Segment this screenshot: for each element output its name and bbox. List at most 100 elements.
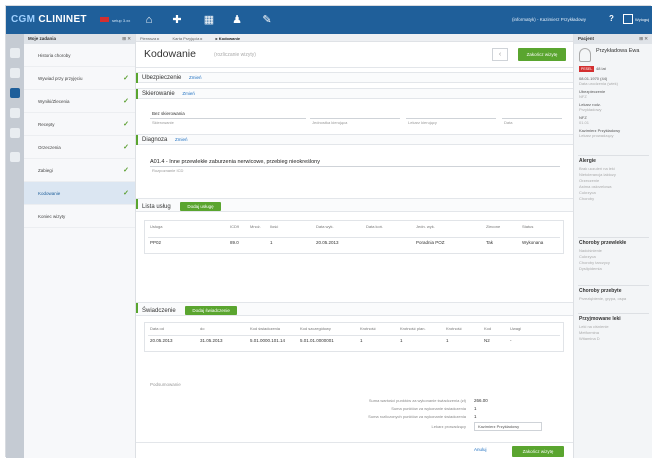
panel-section-title[interactable]: Alergie [579,158,596,164]
section-header[interactable]: Skierowanie Zmień [136,88,573,99]
cancel-button[interactable]: Anuluj [474,447,487,452]
sidebar-item[interactable]: Koniec wizyty [24,205,135,228]
field-label: Data [504,120,513,125]
divider [406,118,496,119]
table-cell[interactable]: N2 [484,338,490,343]
sidebar-item[interactable]: Wywiad przy przyjęciu ✓ [24,67,135,90]
sidebar-item[interactable]: Kodowanie ✓ [24,182,135,205]
panel-section-title[interactable]: Przyjmowane leki [579,316,621,322]
panel-list-item: Astma oskrzelowa [579,184,612,189]
column-header[interactable]: Ilość [270,224,278,229]
patient-detail: Data urodzenia (wiek) [579,81,618,86]
column-header[interactable]: Uwagi [510,326,521,331]
rail-patient-icon[interactable] [10,88,20,98]
referral-section: Skierowanie Zmień Bez skierowania Skiero… [136,88,573,128]
panel-list-item: Dyslipidemia [579,266,602,271]
sidebar-item[interactable]: Orzeczenia ✓ [24,136,135,159]
column-header[interactable]: Data od [150,326,164,331]
table-cell[interactable]: - [510,338,512,343]
logout-label[interactable]: Wyloguj [635,17,649,22]
rail-settings-icon[interactable] [10,152,20,162]
current-user[interactable]: (informatyk) - Kazimierz Przykładowy [512,17,586,22]
edit-link[interactable]: Zmień [175,137,188,142]
table-cell[interactable]: PP02 [150,240,161,245]
rail-calendar-icon[interactable] [10,128,20,138]
sidebar-controls[interactable]: ⊞ ✕ [122,36,131,42]
table-cell[interactable]: 5.01.0000.101.14 [250,338,285,343]
rail-home-icon[interactable] [10,48,20,58]
edit-link[interactable]: Zmień [182,91,195,96]
table-cell[interactable]: Wykonana [522,240,543,245]
column-header[interactable]: Kod szczegółowy [300,326,331,331]
finish-visit-footer-button[interactable]: Zakończ wizytę [512,446,564,457]
column-header[interactable]: Usługa [150,224,162,229]
breadcrumb: Pierwsza ▸ Karta Przyjęcia ▸ ▸ Kodowanie [136,34,573,42]
breadcrumb-item[interactable]: Pierwsza ▸ [140,36,159,41]
table-cell[interactable]: 20.05.2013 [150,338,173,343]
section-header[interactable]: Diagnoza Zmień [136,134,573,145]
edit-link[interactable]: Zmień [189,75,202,80]
sidebar-item[interactable]: Wyniki/Zlecenia ✓ [24,90,135,113]
patient-name[interactable]: Przykładowa Ewa [596,48,651,54]
table-cell[interactable]: 1 [400,338,403,343]
table-cell[interactable]: 20.05.2013 [316,240,339,245]
column-header[interactable]: ICD9 [230,224,239,229]
sidebar-item[interactable]: Recepty ✓ [24,113,135,136]
column-header[interactable]: Kod świadczenia [250,326,280,331]
column-header[interactable]: Zlecone [486,224,500,229]
sidebar-item[interactable]: Historia choroby [24,44,135,67]
home-icon[interactable]: ⌂ [142,14,156,27]
finish-visit-button[interactable]: Zakończ wizytę [518,48,566,61]
help-icon[interactable]: ? [609,14,614,23]
doctor-icon[interactable]: ♟ [230,14,244,27]
column-header[interactable]: Krotność plan. [400,326,426,331]
diagnosis-section: Diagnoza Zmień A01.4 - Inne przewlekłe z… [136,134,573,188]
column-header[interactable]: Data koń. [366,224,383,229]
add-benefit-button[interactable]: Dodaj świadczenie [185,306,237,315]
column-header[interactable]: Krotność [446,326,462,331]
divider [502,118,562,119]
pill-icon[interactable]: ✎ [260,14,274,27]
checkmark-icon: ✓ [123,167,129,174]
table-cell[interactable]: 31.05.2013 [200,338,223,343]
building-icon[interactable]: ▦ [202,14,216,27]
table-cell[interactable]: 5.01.01.0000001 [300,338,334,343]
column-header[interactable]: Mnoż. [250,224,261,229]
panel-list-item: Metformina [579,330,600,335]
table-cell[interactable]: Poradnia POZ [416,240,445,245]
table-cell[interactable]: 1 [270,240,273,245]
column-header[interactable]: Data wyk. [316,224,334,229]
field-label: Lekarz kierujący [408,120,437,125]
patient-panel-controls[interactable]: ⊞ ✕ [639,36,648,42]
table-cell[interactable]: 89.0 [230,240,239,245]
application-window: CGM CLININET setup 3.xx ⌂ ✚ ▦ ♟ ✎ (infor… [5,5,652,458]
column-header[interactable]: Krotność [360,326,376,331]
app-logo[interactable]: CGM CLININET [11,14,87,25]
table-cell[interactable]: Tak [486,240,493,245]
sidebar-item-label: Recepty [38,122,55,127]
column-header[interactable]: Kod [484,326,491,331]
panel-section-title[interactable]: Choroby przewlekłe [579,240,626,246]
table-cell[interactable]: 1 [360,338,363,343]
doctor-field[interactable]: Kazimierz Przykładowy [474,422,542,431]
logout-icon[interactable] [623,14,633,24]
rail-search-icon[interactable] [10,108,20,118]
sidebar-item[interactable]: Zabiegi ✓ [24,159,135,182]
stethoscope-icon[interactable]: ✚ [170,14,184,27]
column-header[interactable]: Status [522,224,533,229]
panel-section-title[interactable]: Choroby przebyte [579,288,622,294]
breadcrumb-item[interactable]: Karta Przyjęcia ▸ [172,36,202,41]
section-header[interactable]: Ubezpieczenie Zmień [136,72,573,83]
checkmark-icon: ✓ [123,75,129,82]
panel-list-item: Przeziębienie, grypa, ospa [579,296,627,301]
column-header[interactable]: do [200,326,204,331]
section-header: Lista usług Dodaj usługę [136,198,573,212]
column-header[interactable]: Jedn. wyk. [416,224,435,229]
add-service-button[interactable]: Dodaj usługę [180,202,221,211]
rail-list-icon[interactable] [10,68,20,78]
divider [578,285,649,286]
table-cell[interactable]: 1 [446,338,449,343]
section-title: Świadczenie [142,308,176,315]
diagnosis-value[interactable]: A01.4 - Inne przewlekłe zaburzenia nerwi… [150,159,320,165]
back-button[interactable]: ‹ [492,48,508,61]
